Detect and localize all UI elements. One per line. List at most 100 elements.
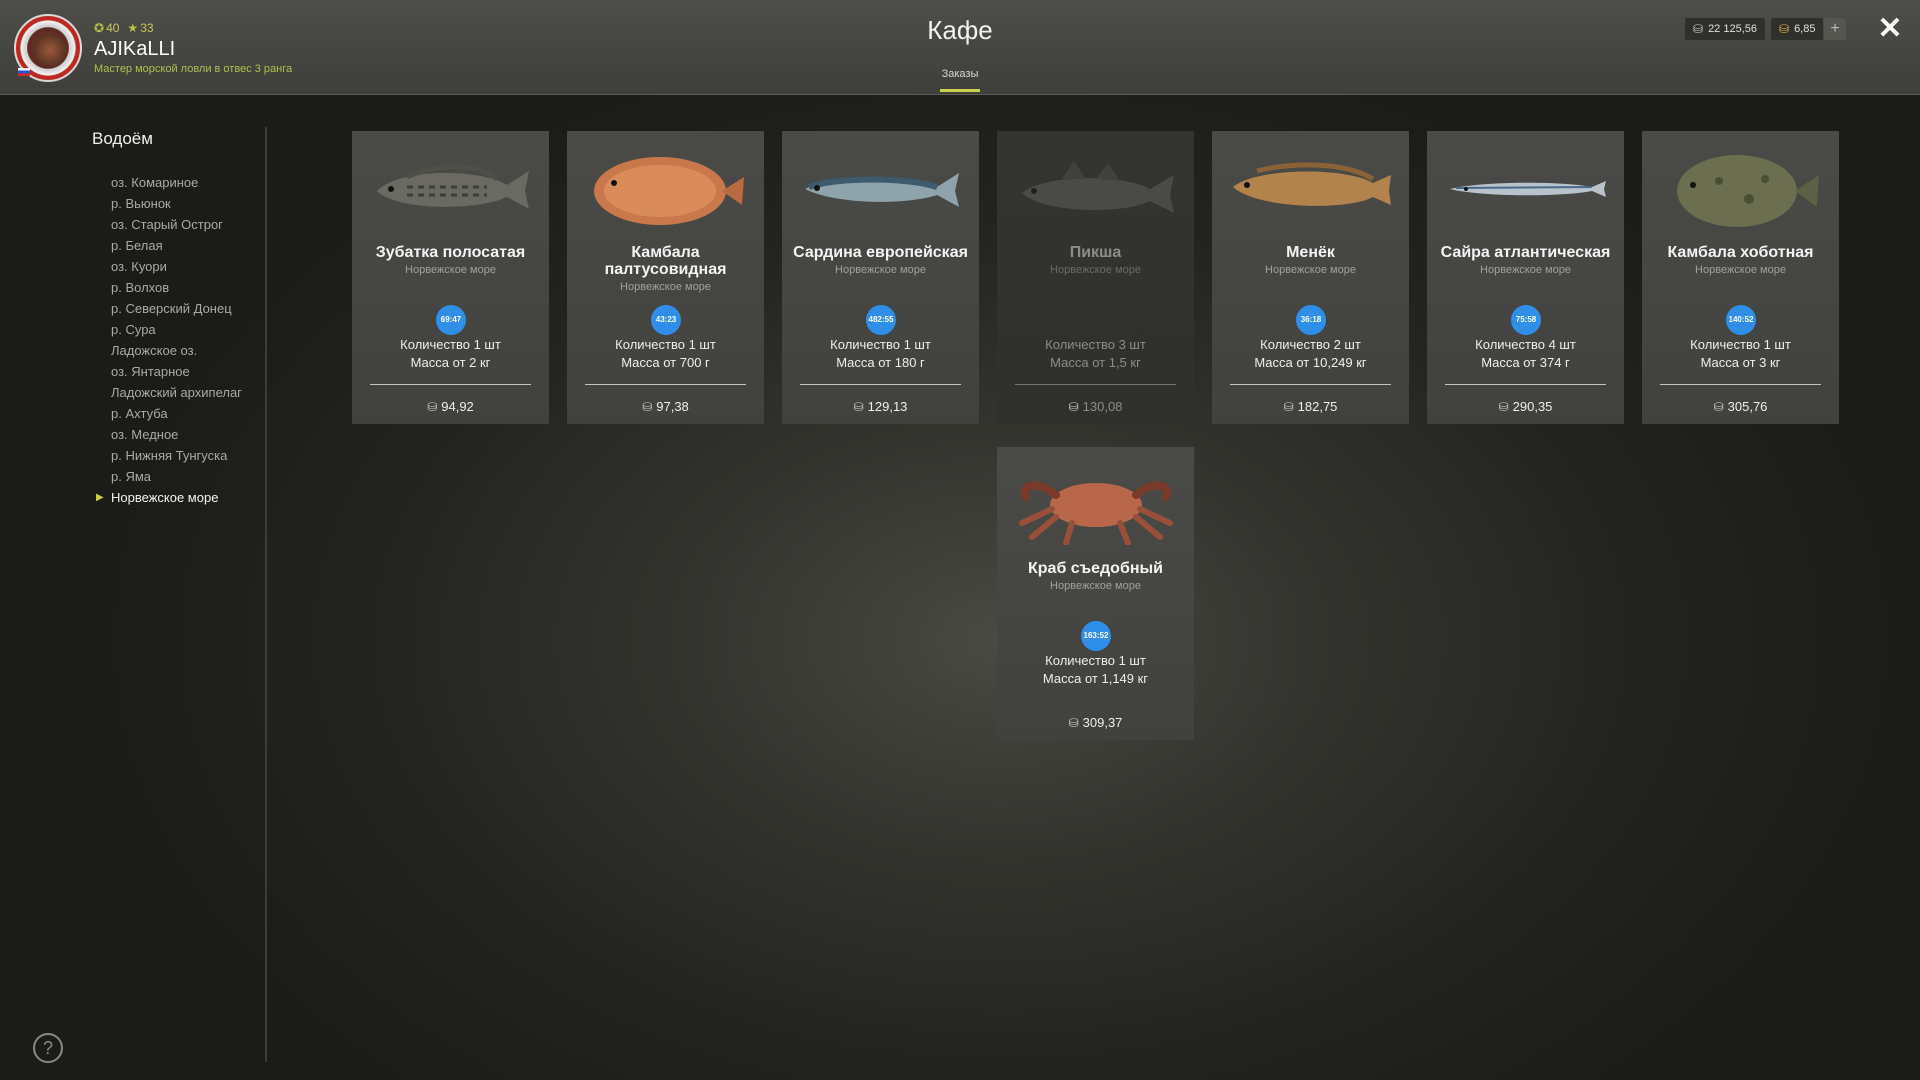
- sidebar-item-waterbody[interactable]: ▶ Норвежское море: [92, 487, 242, 508]
- order-timer-badge: 69:47: [436, 305, 466, 335]
- sidebar-item-waterbody[interactable]: оз. Янтарное: [92, 361, 242, 382]
- silver-coins-icon: ⛁: [1693, 22, 1704, 36]
- silver-balance: ⛁ 22 125,56: [1685, 18, 1765, 40]
- order-timer-badge: 36:18: [1296, 305, 1326, 335]
- waterbody-label: р. Ахтуба: [111, 406, 168, 421]
- order-fish-name: Краб съедобный: [1028, 560, 1163, 577]
- waterbody-label: Ладожский архипелаг: [111, 385, 242, 400]
- sidebar-item-waterbody[interactable]: Ладожское оз.: [92, 340, 242, 361]
- flounder-icon: [582, 149, 749, 229]
- order-card[interactable]: Менёк Норвежское море 36:18 Количество 2 шт…: [1212, 131, 1409, 424]
- sidebar-item-waterbody[interactable]: оз. Старый Острог: [92, 214, 242, 235]
- russia-flag-icon: [18, 68, 30, 76]
- sidebar-item-waterbody[interactable]: р. Вьюнок: [92, 193, 242, 214]
- order-timer-badge: 75:58: [1511, 305, 1541, 335]
- waterbody-label: р. Северский Донец: [111, 301, 232, 316]
- waterbody-list: оз. Комариное р. Вьюнок оз. Старый Острог р…: [92, 172, 242, 508]
- silver-coins-icon: ⛁: [853, 400, 864, 414]
- order-reward: ⛁ 130,08: [997, 399, 1194, 414]
- sidebar-item-waterbody[interactable]: оз. Комариное: [92, 172, 242, 193]
- help-button[interactable]: ?: [33, 1033, 63, 1063]
- sidebar-item-waterbody[interactable]: р. Сура: [92, 319, 242, 340]
- sidebar-item-waterbody[interactable]: р. Ахтуба: [92, 403, 242, 424]
- sidebar-item-waterbody[interactable]: р. Яма: [92, 466, 242, 487]
- order-region: Норвежское море: [405, 264, 496, 276]
- top-bar: ✪ 40 ★ 33 AJIKaLLI Мастер морской ловли в …: [0, 0, 1920, 95]
- close-button[interactable]: ✕: [1876, 14, 1904, 44]
- waterbody-label: р. Нижняя Тунгуска: [111, 448, 228, 463]
- order-reward: ⛁ 97,38: [567, 399, 764, 414]
- order-fish-name: Зубатка полосатая: [375, 244, 526, 261]
- waterbody-label: Норвежское море: [111, 490, 219, 505]
- order-quantity: Количество 1 шт: [830, 337, 931, 352]
- page-title: Кафе: [927, 15, 993, 45]
- selected-arrow-icon: ▶: [96, 492, 104, 503]
- order-quantity: Количество 2 шт: [1260, 337, 1361, 352]
- order-quantity: Количество 1 шт: [1690, 337, 1791, 352]
- sidebar-item-waterbody[interactable]: р. Волхов: [92, 277, 242, 298]
- card-divider: [1015, 384, 1176, 385]
- order-quantity: Количество 1 шт: [400, 337, 501, 352]
- silver-coins-icon: ⛁: [427, 400, 438, 414]
- order-fish-name: Камбала хоботная: [1667, 244, 1814, 261]
- waterbody-label: Ладожское оз.: [111, 343, 198, 358]
- order-card[interactable]: Краб съедобный Норвежское море 163:52 Колич…: [997, 447, 1194, 740]
- order-quantity: Количество 1 шт: [1045, 653, 1146, 668]
- order-card[interactable]: Сардина европейская Норвежское море 482:55…: [782, 131, 979, 424]
- order-card[interactable]: Сайра атлантическая Норвежское море 75:58 К…: [1427, 131, 1624, 424]
- silver-coins-icon: ⛁: [1068, 400, 1079, 414]
- order-mass: Масса от 700 г: [621, 355, 710, 370]
- waterbody-sidebar: Водоём оз. Комариное р. Вьюнок оз. Старый …: [92, 127, 267, 1062]
- silver-coins-icon: ⛁: [642, 400, 653, 414]
- order-mass: Масса от 10,249 кг: [1254, 355, 1367, 370]
- order-timer-badge: 482:55: [866, 305, 896, 335]
- sidebar-item-waterbody[interactable]: р. Нижняя Тунгуска: [92, 445, 242, 466]
- order-quantity: Количество 4 шт: [1475, 337, 1576, 352]
- silver-coins-icon: ⛁: [1068, 716, 1079, 730]
- order-quantity: Количество 3 шт: [1045, 337, 1146, 352]
- silver-coins-icon: ⛁: [1713, 400, 1724, 414]
- crab-icon: [1012, 465, 1179, 546]
- order-reward: ⛁ 309,37: [997, 715, 1194, 730]
- order-card[interactable]: Зубатка полосатая Норвежское море 69:47 Кол…: [352, 131, 549, 424]
- sidebar-item-waterbody[interactable]: р. Северский Донец: [92, 298, 242, 319]
- order-reward: ⛁ 290,35: [1427, 399, 1624, 414]
- order-fish-name: Сайра атлантическая: [1440, 244, 1611, 261]
- sidebar-item-waterbody[interactable]: р. Белая: [92, 235, 242, 256]
- waterbody-label: оз. Старый Острог: [111, 217, 223, 232]
- add-currency-button[interactable]: +: [1824, 18, 1846, 40]
- order-fish-name: Менёк: [1286, 244, 1335, 261]
- waterbody-label: р. Яма: [111, 469, 152, 484]
- card-divider: [585, 384, 746, 385]
- waterbody-label: р. Волхов: [111, 280, 170, 295]
- haddock-icon: [1012, 149, 1179, 229]
- order-region: Норвежское море: [1050, 264, 1141, 276]
- reward-amount: 94,92: [441, 399, 474, 414]
- reward-amount: 182,75: [1297, 399, 1338, 414]
- sidebar-title: Водоём: [92, 129, 153, 148]
- sidebar-item-waterbody[interactable]: оз. Куори: [92, 256, 242, 277]
- order-card[interactable]: Пикша Норвежское море Количество 3 шт Масса…: [997, 131, 1194, 424]
- card-divider: [370, 384, 531, 385]
- sidebar-item-waterbody[interactable]: оз. Медное: [92, 424, 242, 445]
- order-fish-name: Пикша: [1069, 244, 1122, 261]
- reward-amount: 97,38: [656, 399, 689, 414]
- order-mass: Масса от 2 кг: [410, 355, 491, 370]
- order-region: Норвежское море: [1480, 264, 1571, 276]
- waterbody-label: оз. Комариное: [111, 175, 199, 190]
- reward-amount: 309,37: [1082, 715, 1123, 730]
- plaice-icon: [1657, 149, 1824, 229]
- gold-balance: ⛁ 6,85: [1771, 18, 1824, 40]
- order-quantity: Количество 1 шт: [615, 337, 716, 352]
- tab-orders[interactable]: Заказы: [920, 68, 1000, 80]
- order-reward: ⛁ 305,76: [1642, 399, 1839, 414]
- reward-amount: 129,13: [867, 399, 908, 414]
- waterbody-label: оз. Янтарное: [111, 364, 190, 379]
- order-card[interactable]: Камбала палтусовидная Норвежское море 43:2…: [567, 131, 764, 424]
- card-divider: [800, 384, 961, 385]
- player-rank: Мастер морской ловли в отвес 3 ранга: [94, 63, 293, 75]
- sidebar-item-waterbody[interactable]: Ладожский архипелаг: [92, 382, 242, 403]
- reward-amount: 290,35: [1512, 399, 1553, 414]
- order-mass: Масса от 1,5 кг: [1050, 355, 1141, 370]
- order-card[interactable]: Камбала хоботная Норвежское море 140:52 Кол…: [1642, 131, 1839, 424]
